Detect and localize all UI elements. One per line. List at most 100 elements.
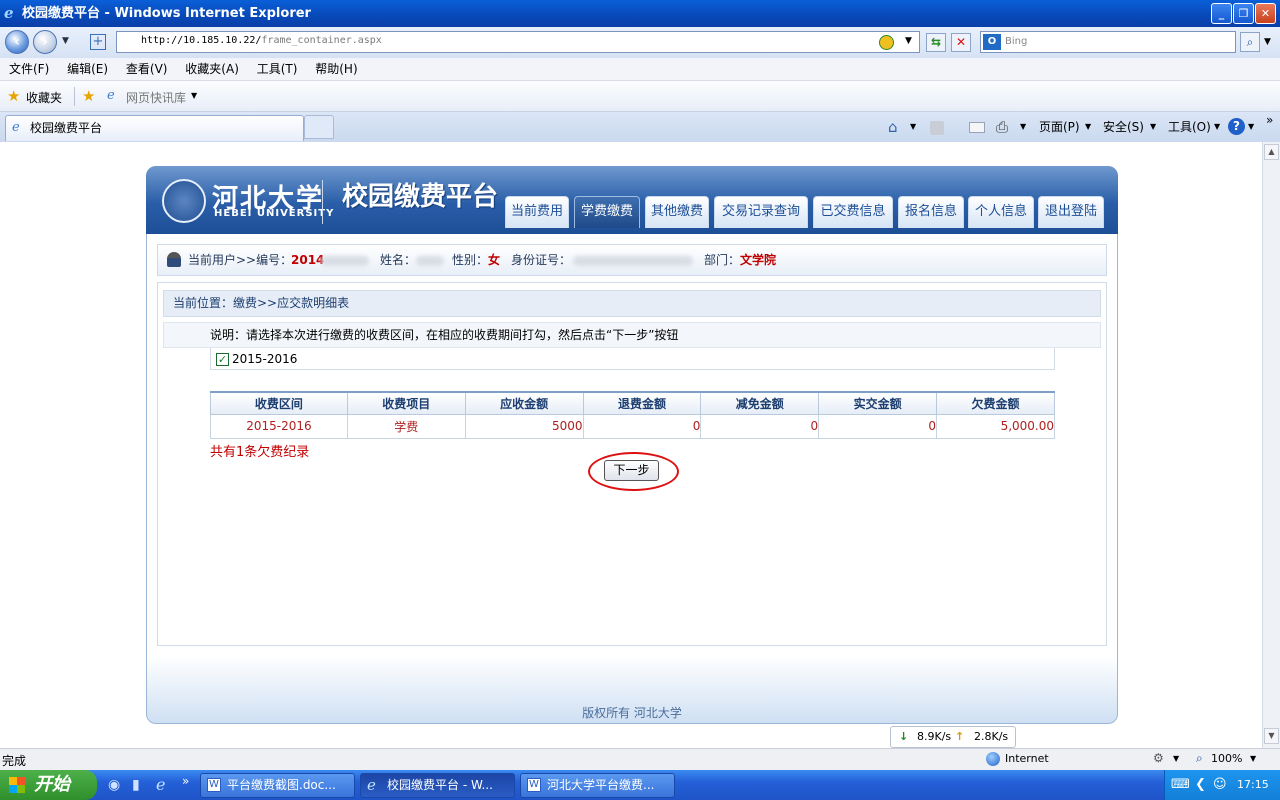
menu-edit[interactable]: 编辑(E) [67, 58, 108, 81]
refresh-icon[interactable]: ⇆ [926, 33, 946, 52]
col-item: 收费项目 [346, 391, 466, 415]
keyboard-icon[interactable]: ⌨ [1171, 770, 1190, 800]
search-icon[interactable]: ⌕ [1240, 32, 1260, 52]
page-menu[interactable]: 页面(P) [1039, 118, 1080, 136]
user-idcard-label: 身份证号： [511, 253, 572, 267]
start-button[interactable]: 开始 [0, 770, 97, 800]
safety-dropdown-icon: ▼ [1150, 122, 1157, 131]
nav-registration-info[interactable]: 报名信息 [898, 196, 964, 228]
favorites-button[interactable]: 收藏夹 [26, 89, 62, 106]
user-dept: 文学院 [740, 253, 777, 267]
safety-menu[interactable]: 安全(S) [1103, 118, 1144, 136]
menu-help[interactable]: 帮助(H) [315, 58, 357, 81]
task-word-doc[interactable]: W 平台缴费截图.doc... [200, 773, 355, 798]
word-icon: W [207, 778, 221, 792]
feeds-icon[interactable] [930, 121, 944, 135]
nav-other-payment[interactable]: 其他缴费 [645, 196, 709, 228]
minimize-button[interactable]: _ [1211, 3, 1232, 24]
address-dropdown-icon[interactable]: ▼ [905, 36, 912, 46]
stop-icon[interactable]: ✕ [951, 33, 971, 52]
address-bar[interactable]: http://10.185.10.22/frame_container.aspx… [116, 31, 920, 53]
print-icon[interactable]: ⎙ [996, 118, 1008, 136]
new-tab-button[interactable] [304, 115, 334, 139]
user-avatar-icon [167, 252, 181, 267]
security-zone: Internet [1005, 752, 1049, 765]
back-button[interactable]: ‹ [5, 30, 29, 54]
close-window-button[interactable]: ✕ [1255, 3, 1276, 24]
user-gender-label: 性别： [452, 253, 489, 267]
menu-favorites[interactable]: 收藏夹(A) [185, 58, 239, 81]
quicklaunch-icon-1[interactable]: ◉ [108, 777, 120, 793]
scroll-up-icon[interactable]: ▲ [1264, 144, 1279, 160]
zoom-level[interactable]: 100% [1211, 752, 1242, 765]
protected-mode-dropdown-icon[interactable]: ▼ [1173, 754, 1179, 763]
web-slice-dropdown-icon[interactable]: ▼ [191, 91, 197, 100]
search-options-icon[interactable]: ▼ [1264, 37, 1271, 47]
user-gender: 女 [488, 253, 501, 267]
qq-icon[interactable]: ☺ [1213, 770, 1227, 800]
search-input[interactable]: O Bing [980, 31, 1236, 53]
tools-menu[interactable]: 工具(O) [1168, 118, 1211, 136]
nav-current-fees[interactable]: 当前费用 [505, 196, 569, 228]
nav-paid-info[interactable]: 已交费信息 [813, 196, 893, 228]
breadcrumb: 当前位置：缴费>>应交款明细表 [163, 290, 1101, 317]
mail-icon[interactable] [969, 122, 985, 133]
internet-zone-icon [986, 752, 1000, 766]
user-id: 2014 [291, 253, 325, 267]
next-step-button[interactable]: 下一步 [604, 460, 659, 481]
compatibility-icon[interactable]: + [90, 34, 106, 50]
task-ie-label: 校园缴费平台 - W... [387, 778, 493, 792]
user-idcard-redacted [573, 256, 693, 266]
zoom-dropdown-icon[interactable]: ▼ [1250, 754, 1256, 763]
search-placeholder: Bing [1005, 36, 1028, 47]
help-icon[interactable]: ? [1228, 118, 1245, 135]
tab-campus-payment[interactable]: e 校园缴费平台 [5, 115, 304, 141]
more-chevron-icon[interactable]: » [1266, 111, 1273, 129]
quicklaunch-more-icon[interactable]: » [182, 774, 189, 788]
period-checkbox[interactable]: ✓ [216, 353, 229, 366]
home-icon[interactable]: ⌂ [888, 118, 898, 136]
forward-button[interactable]: › [33, 30, 57, 54]
nav-logout[interactable]: 退出登陆 [1038, 196, 1104, 228]
help-dropdown-icon[interactable]: ▼ [1248, 118, 1254, 136]
nav-transaction-query[interactable]: 交易记录查询 [714, 196, 808, 228]
zoom-icon[interactable]: ⌕ [1196, 751, 1203, 766]
vertical-scrollbar[interactable]: ▲ ▼ [1262, 142, 1280, 748]
menu-file[interactable]: 文件(F) [9, 58, 49, 81]
task-ie-window[interactable]: e 校园缴费平台 - W... [360, 773, 515, 798]
quicklaunch-ie-icon[interactable]: e [156, 775, 165, 794]
cell-item: 学费 [346, 413, 466, 439]
webslice-icon: e [107, 88, 115, 103]
home-dropdown-icon[interactable]: ▼ [910, 118, 916, 136]
web-slice-gallery-link[interactable]: 网页快讯库 [126, 89, 186, 106]
arrears-summary: 共有1条欠费纪录 [210, 445, 310, 460]
tray-arrow-icon[interactable]: ❮ [1195, 770, 1206, 800]
download-speed: 8.9K/s [917, 730, 952, 743]
download-arrow-icon: ↓ [899, 730, 909, 743]
security-icon[interactable] [879, 35, 894, 50]
quicklaunch-icon-2[interactable]: ▮ [132, 777, 140, 793]
task-word-doc-2[interactable]: W 河北大学平台缴费... [520, 773, 675, 798]
maximize-button[interactable]: ❐ [1233, 3, 1254, 24]
add-favorites-icon[interactable]: ★ [82, 87, 95, 105]
menu-tools[interactable]: 工具(T) [257, 58, 298, 81]
scroll-down-icon[interactable]: ▼ [1264, 728, 1279, 744]
table-header-row: 收费区间 收费项目 应收金额 退费金额 减免金额 实交金额 欠费金额 [210, 391, 1055, 415]
nav-tuition-payment[interactable]: 学费缴费 [574, 196, 640, 228]
task-ie-icon: e [367, 776, 376, 794]
cell-refund: 0 [582, 413, 702, 439]
protected-mode-icon[interactable]: ⚙ [1153, 751, 1164, 765]
upload-arrow-icon: ↑ [955, 730, 965, 743]
user-name-label: 姓名： [380, 253, 417, 267]
instruction-text: 说明：请选择本次进行缴费的收费区间，在相应的收费期间打勾，然后点击“下一步”按钮 [163, 322, 1101, 348]
menu-view[interactable]: 查看(V) [126, 58, 168, 81]
history-dropdown-icon[interactable]: ▼ [62, 36, 69, 46]
cell-paid: 0 [818, 413, 938, 439]
nav-personal-info[interactable]: 个人信息 [968, 196, 1034, 228]
print-dropdown-icon[interactable]: ▼ [1020, 118, 1026, 136]
user-dept-label: 部门： [704, 253, 741, 267]
cell-arrears: 5,000.00 [936, 413, 1055, 439]
cell-waiver: 0 [700, 413, 820, 439]
period-label[interactable]: 2015-2016 [232, 348, 297, 370]
copyright-footer: 版权所有 河北大学 [582, 706, 682, 720]
